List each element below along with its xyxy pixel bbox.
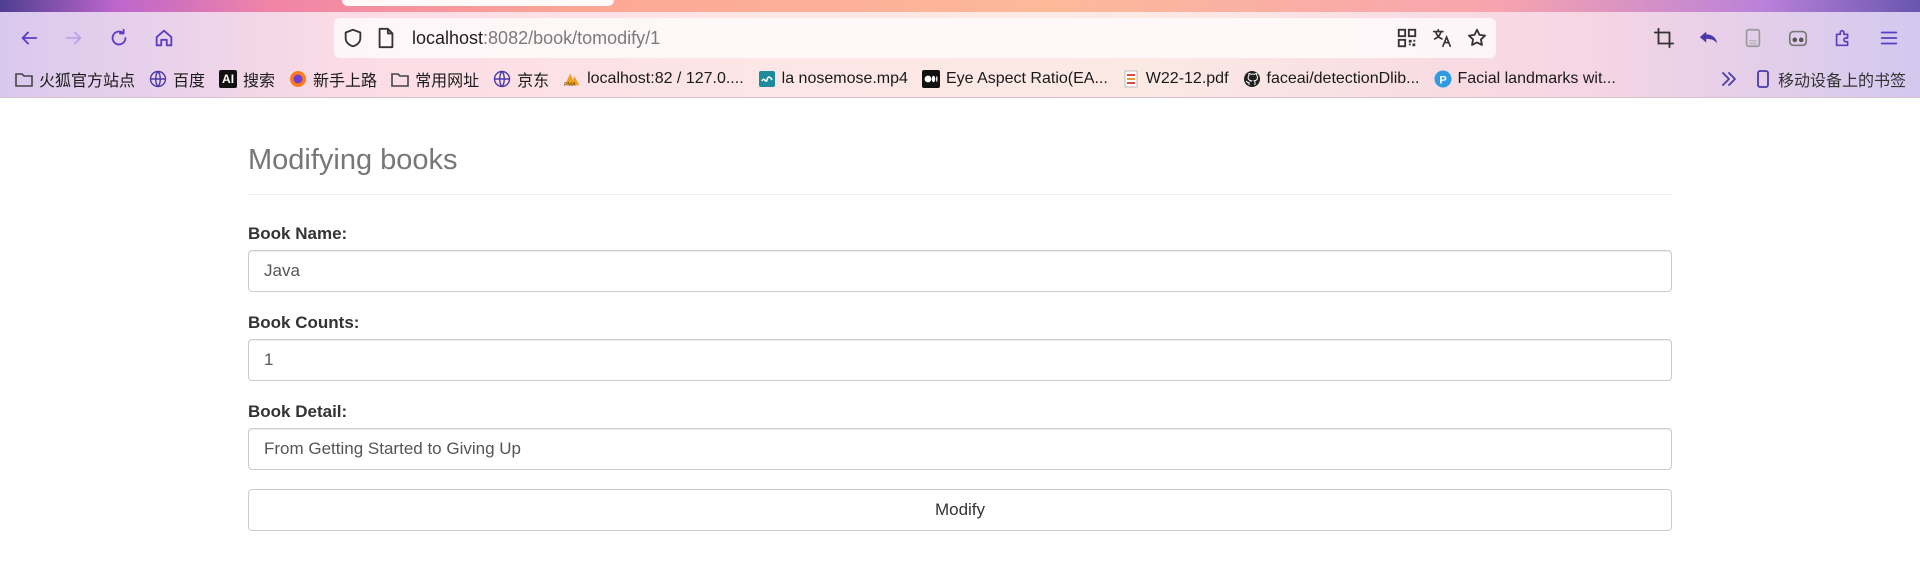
page-header: Modifying books	[248, 146, 1672, 195]
book-name-input[interactable]: Java	[248, 250, 1672, 292]
private-mask-button[interactable]	[1781, 21, 1815, 55]
modify-book-form: Book Name: Java Book Counts: 1 Book Deta…	[248, 225, 1672, 531]
bookmark-item[interactable]: 新手上路	[289, 67, 377, 91]
browser-chrome: localhost:8082/book/tomodify/1 火狐官方站点 百度…	[0, 0, 1920, 98]
home-icon	[155, 29, 173, 47]
star-icon	[1468, 28, 1486, 46]
bookmark-item[interactable]: 京东	[493, 67, 549, 91]
menu-button[interactable]	[1872, 21, 1906, 55]
page-info-icon[interactable]	[376, 27, 396, 49]
svg-text:PMA: PMA	[564, 82, 576, 88]
medium-icon	[921, 70, 940, 88]
mobile-bookmarks-label: 移动设备上的书签	[1777, 73, 1906, 90]
modify-button[interactable]: Modify	[248, 489, 1672, 531]
bookmark-label: Eye Aspect Ratio(EA...	[945, 70, 1108, 87]
url-host: localhost	[412, 28, 484, 48]
forward-button[interactable]	[57, 21, 91, 55]
reader-view-button[interactable]	[1736, 21, 1770, 55]
crop-icon	[1653, 27, 1675, 49]
bookmark-item[interactable]: PMA localhost:82 / 127.0....	[563, 70, 744, 88]
book-counts-group: Book Counts: 1	[248, 314, 1672, 381]
bookmark-label: la nosemose.mp4	[781, 70, 908, 87]
back-arrow-icon	[21, 31, 38, 45]
bookmark-item[interactable]: la nosemose.mp4	[758, 70, 908, 88]
bookmark-label: 搜索	[243, 73, 276, 90]
ai-icon: AI	[219, 70, 238, 88]
bookmark-item[interactable]: 百度	[149, 67, 205, 91]
bookmark-item[interactable]: Eye Aspect Ratio(EA...	[921, 70, 1108, 88]
globe-icon	[149, 70, 167, 88]
book-detail-input[interactable]: From Getting Started to Giving Up	[248, 428, 1672, 470]
back-button[interactable]	[12, 21, 46, 55]
document-icon	[1745, 28, 1761, 48]
qr-code-button[interactable]	[1390, 21, 1424, 55]
svg-text:P: P	[1439, 74, 1446, 86]
pdf-icon	[1122, 70, 1140, 88]
globe-icon	[493, 70, 511, 88]
puzzle-icon	[1835, 29, 1849, 47]
reload-button[interactable]	[102, 21, 136, 55]
p-icon: P	[1434, 70, 1452, 88]
reload-icon	[111, 28, 127, 46]
bookmark-label: localhost:82 / 127.0....	[587, 70, 744, 87]
bookmark-star-button[interactable]	[1460, 21, 1494, 55]
video-icon	[758, 70, 776, 88]
bookmark-label: faceai/detectionDlib...	[1266, 70, 1420, 87]
translate-button[interactable]	[1425, 21, 1459, 55]
navigation-bar: localhost:8082/book/tomodify/1	[0, 18, 1920, 58]
bookmarks-toolbar: 火狐官方站点 百度 AI 搜索 新手上路 常用网址 京东 PMA localho…	[0, 62, 1920, 96]
forward-arrow-icon	[65, 31, 82, 45]
bookmark-item[interactable]: W22-12.pdf	[1122, 70, 1229, 88]
book-detail-label: Book Detail:	[248, 402, 348, 421]
book-counts-input[interactable]: 1	[248, 339, 1672, 381]
book-name-label: Book Name:	[248, 224, 348, 243]
bookmark-item[interactable]: 火狐官方站点	[15, 67, 135, 91]
translate-icon	[1432, 28, 1452, 48]
folder-icon	[391, 70, 409, 88]
chevron-double-right-icon[interactable]	[1720, 70, 1738, 88]
undo-arrow-icon	[1699, 31, 1718, 44]
bookmark-label: 火狐官方站点	[39, 73, 136, 90]
bookmark-item[interactable]: P Facial landmarks wit...	[1434, 70, 1616, 88]
bookmark-item[interactable]: AI 搜索	[219, 67, 275, 91]
qr-code-icon	[1397, 28, 1417, 48]
hamburger-menu-icon	[1880, 31, 1898, 45]
page-title: Modifying books	[248, 144, 458, 176]
pma-icon: PMA	[563, 70, 581, 88]
url-path: :8082/book/tomodify/1	[483, 28, 661, 48]
bookmark-label: 京东	[517, 73, 550, 90]
bookmark-label: Facial landmarks wit...	[1457, 70, 1616, 87]
mobile-device-icon	[1754, 70, 1772, 88]
bookmarks-overflow-area: 移动设备上的书签	[1720, 62, 1906, 96]
bookmark-label: 常用网址	[415, 73, 480, 90]
github-icon	[1243, 70, 1261, 88]
book-name-group: Book Name: Java	[248, 225, 1672, 292]
bookmark-item[interactable]: 常用网址	[391, 67, 479, 91]
bookmark-label: 百度	[173, 73, 206, 90]
bookmark-label: W22-12.pdf	[1145, 70, 1229, 87]
bookmark-item[interactable]: faceai/detectionDlib...	[1243, 70, 1420, 88]
active-tab[interactable]	[342, 0, 614, 6]
extensions-button[interactable]	[1826, 21, 1860, 55]
shield-icon[interactable]	[342, 27, 364, 49]
address-bar[interactable]: localhost:8082/book/tomodify/1	[334, 18, 1496, 58]
bookmark-label: 新手上路	[313, 73, 378, 90]
folder-icon	[15, 70, 33, 88]
page-content: Modifying books Book Name: Java Book Cou…	[248, 98, 1672, 531]
book-counts-label: Book Counts:	[248, 313, 360, 332]
undo-button[interactable]	[1692, 21, 1726, 55]
mask-icon	[1788, 30, 1808, 47]
screenshot-button[interactable]	[1647, 21, 1681, 55]
mobile-bookmarks[interactable]: 移动设备上的书签	[1754, 67, 1906, 91]
firefox-icon	[289, 70, 307, 88]
book-detail-group: Book Detail: From Getting Started to Giv…	[248, 403, 1672, 470]
url-text[interactable]: localhost:8082/book/tomodify/1	[412, 28, 660, 49]
home-button[interactable]	[147, 21, 181, 55]
